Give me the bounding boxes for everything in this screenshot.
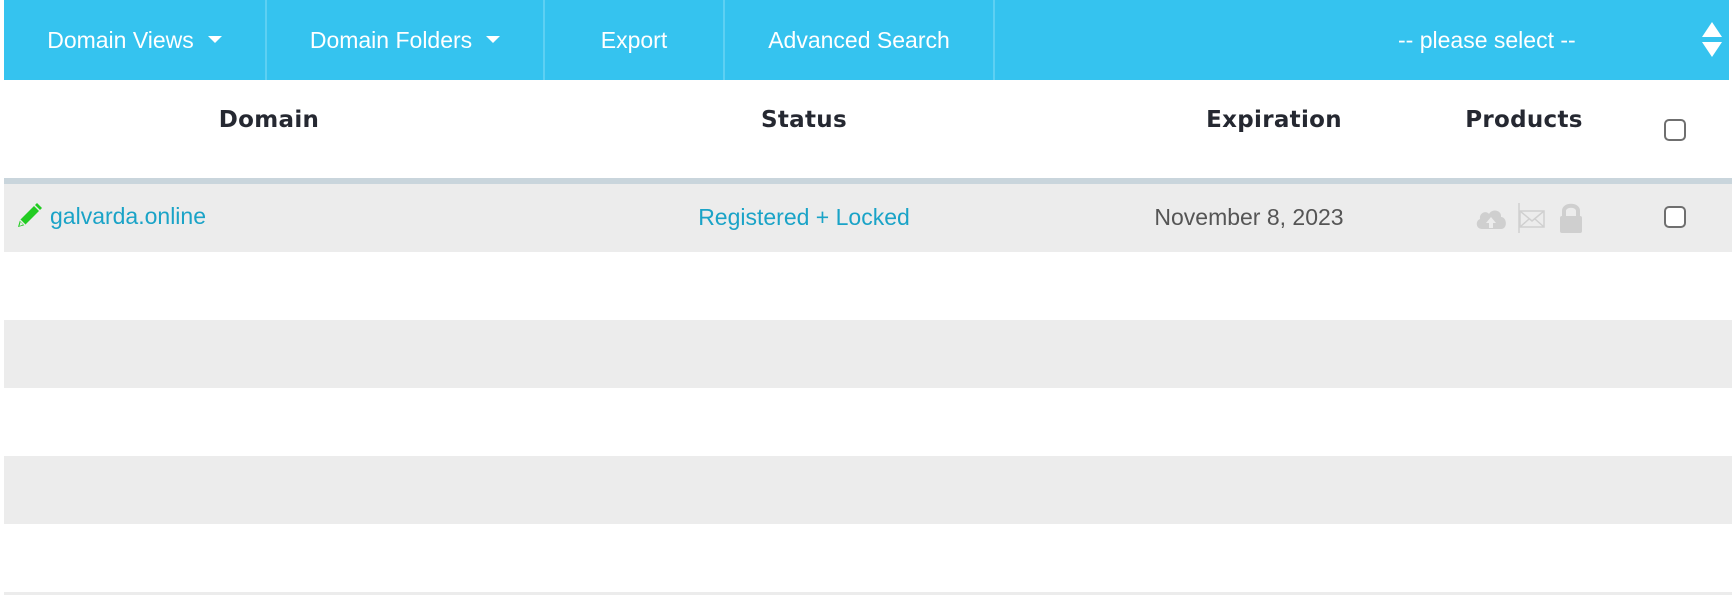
table-row-empty bbox=[4, 524, 1732, 592]
table-row: galvarda.online Registered + Locked Nove… bbox=[4, 184, 1732, 252]
caret-down-icon bbox=[486, 35, 501, 43]
products-icons bbox=[1474, 200, 1586, 236]
table-header: Domain Status Expiration Products bbox=[4, 80, 1732, 184]
table-row-empty bbox=[4, 388, 1732, 456]
domain-views-dropdown[interactable]: Domain Views bbox=[4, 0, 267, 80]
domain-views-label: Domain Views bbox=[47, 26, 194, 53]
toolbar: Domain Views Domain Folders Export Advan… bbox=[4, 0, 1729, 80]
export-button[interactable]: Export bbox=[545, 0, 725, 80]
table-row-empty bbox=[4, 320, 1732, 388]
advanced-search-label: Advanced Search bbox=[768, 26, 950, 53]
select-value: -- please select -- bbox=[1398, 27, 1576, 53]
select-all-checkbox[interactable] bbox=[1664, 119, 1686, 141]
edit-pencil-icon[interactable] bbox=[14, 201, 44, 231]
advanced-search-button[interactable]: Advanced Search bbox=[725, 0, 995, 80]
select-arrows-icon bbox=[1701, 22, 1723, 58]
column-header-status[interactable]: Status bbox=[604, 80, 1004, 178]
column-header-domain[interactable]: Domain bbox=[4, 80, 534, 178]
export-label: Export bbox=[600, 26, 668, 53]
expiration-date: November 8, 2023 bbox=[1154, 204, 1344, 230]
table-row-empty bbox=[4, 456, 1732, 524]
domain-folders-dropdown[interactable]: Domain Folders bbox=[267, 0, 545, 80]
table-row-empty bbox=[4, 252, 1732, 320]
lock-icon[interactable] bbox=[1556, 202, 1586, 234]
domain-cell: galvarda.online bbox=[14, 184, 206, 248]
cloud-upload-icon[interactable] bbox=[1474, 205, 1508, 231]
column-header-products: Products bbox=[1465, 107, 1583, 133]
status-link[interactable]: Registered + Locked bbox=[604, 184, 1004, 250]
domain-folders-label: Domain Folders bbox=[309, 26, 473, 53]
domain-link[interactable]: galvarda.online bbox=[50, 184, 206, 248]
action-select[interactable]: -- please select -- bbox=[995, 0, 1729, 80]
envelope-icon[interactable] bbox=[1516, 202, 1548, 234]
domain-table: Domain Status Expiration Products galvar… bbox=[4, 80, 1732, 592]
caret-down-icon bbox=[207, 35, 222, 43]
row-checkbox[interactable] bbox=[1664, 206, 1686, 228]
